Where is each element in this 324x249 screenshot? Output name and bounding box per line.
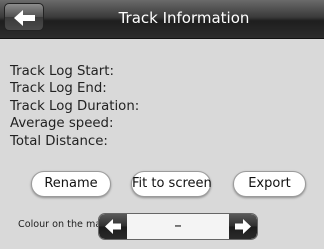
- track-info-list: Track Log Start: Track Log End: Track Lo…: [10, 63, 139, 150]
- back-button[interactable]: [4, 3, 44, 31]
- page-title: Track Information: [118, 9, 250, 27]
- colour-on-map-label: Colour on the map:: [18, 219, 111, 230]
- track-log-end-label: Track Log End:: [10, 81, 107, 97]
- total-distance-label: Total Distance:: [10, 133, 108, 149]
- arrow-right-icon: [235, 219, 251, 234]
- colour-next-button[interactable]: [229, 214, 257, 239]
- colour-value: –: [174, 216, 182, 234]
- arrow-left-icon: [14, 10, 35, 26]
- title-bar: Track Information: [0, 0, 324, 39]
- colour-selector: –: [98, 213, 258, 240]
- fit-to-screen-button[interactable]: Fit to screen: [131, 171, 212, 197]
- track-log-duration-label: Track Log Duration:: [10, 98, 140, 114]
- colour-prev-button[interactable]: [99, 214, 127, 239]
- rename-button[interactable]: Rename: [31, 171, 111, 197]
- track-log-start-label: Track Log Start:: [10, 64, 114, 79]
- average-speed-label: Average speed:: [10, 116, 114, 132]
- export-button[interactable]: Export: [233, 171, 306, 197]
- arrow-left-icon: [105, 219, 121, 234]
